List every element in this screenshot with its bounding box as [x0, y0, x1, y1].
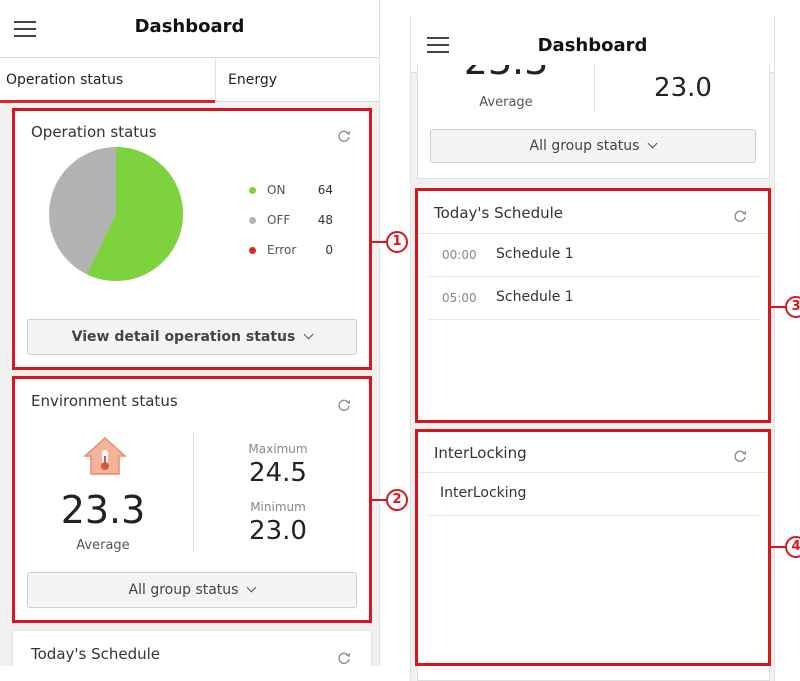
app-bar: Dashboard [0, 0, 379, 58]
highlight-box-4 [415, 429, 771, 666]
tab-bar: Operation status Energy [0, 58, 379, 103]
callout-badge: 1 [386, 231, 408, 253]
tab-divider [215, 58, 216, 102]
highlight-box-3 [415, 188, 771, 423]
callout-badge: 3 [785, 296, 800, 318]
page-title: Dashboard [537, 35, 648, 56]
average-label: Average [479, 95, 533, 110]
highlight-box-1 [12, 108, 372, 370]
chevron-down-icon [648, 138, 658, 149]
divider [594, 65, 595, 111]
refresh-icon[interactable] [337, 651, 351, 665]
callout-line [372, 499, 386, 501]
highlight-box-2 [12, 376, 372, 623]
environment-status-card: 23.3 Average 23.0 All group status [417, 65, 770, 179]
page-title: Dashboard [134, 16, 245, 37]
all-group-status-button[interactable]: All group status [430, 129, 756, 163]
button-label: All group status [529, 138, 640, 154]
callout-badge: 2 [386, 489, 408, 511]
average-value: 23.3 [418, 65, 594, 83]
callout-line [771, 306, 785, 308]
card-title: Today's Schedule [31, 645, 161, 663]
todays-schedule-card: Today's Schedule [12, 630, 372, 666]
callout-line [771, 546, 785, 548]
tab-energy[interactable]: Energy [228, 58, 277, 102]
callout-line [372, 241, 386, 243]
minimum-value: 23.0 [654, 73, 712, 103]
tab-operation-status[interactable]: Operation status [0, 58, 215, 103]
callout-badge: 4 [785, 536, 800, 558]
